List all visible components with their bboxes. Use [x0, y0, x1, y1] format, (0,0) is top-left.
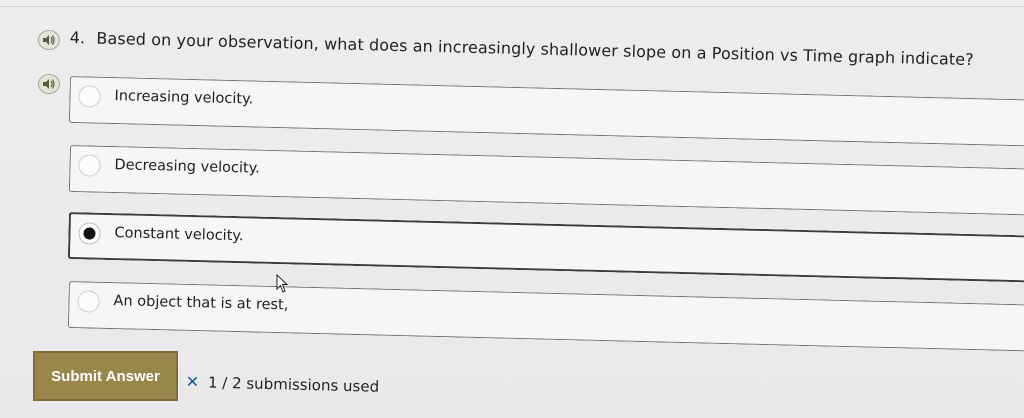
- submission-status: ✕ 1 / 2 submissions used: [186, 372, 380, 396]
- mouse-cursor-icon: [276, 274, 289, 293]
- radio-button[interactable]: [77, 290, 100, 313]
- question-page: 4. Based on your observation, what does …: [0, 0, 1024, 418]
- answer-option-constant-velocity[interactable]: Constant velocity.: [67, 212, 1024, 283]
- question-body: Based on your observation, what does an …: [96, 28, 974, 70]
- question-text: 4. Based on your observation, what does …: [69, 28, 974, 69]
- cut-off-link[interactable]: [33, 404, 133, 414]
- speaker-icon: [43, 79, 55, 89]
- question-number: 4.: [69, 28, 86, 48]
- divider: [0, 6, 1024, 7]
- radio-button[interactable]: [78, 154, 101, 177]
- read-aloud-answers-button[interactable]: [38, 74, 60, 94]
- x-icon: ✕: [185, 372, 200, 392]
- read-aloud-question-button[interactable]: [38, 30, 60, 50]
- answer-option-increasing-velocity[interactable]: Increasing velocity.: [68, 76, 1024, 147]
- option-label: An object that is at rest,: [113, 293, 289, 314]
- radio-button[interactable]: [78, 85, 101, 108]
- answer-option-at-rest[interactable]: An object that is at rest,: [67, 281, 1024, 352]
- radio-button-selected[interactable]: [78, 222, 101, 245]
- answer-option-decreasing-velocity[interactable]: Decreasing velocity.: [68, 145, 1024, 216]
- submit-answer-button[interactable]: Submit Answer: [33, 351, 178, 401]
- speaker-icon: [43, 35, 55, 45]
- option-label: Constant velocity.: [114, 225, 244, 245]
- submission-count: 1 / 2 submissions used: [207, 373, 380, 396]
- option-label: Increasing velocity.: [114, 88, 254, 108]
- option-label: Decreasing velocity.: [114, 157, 260, 177]
